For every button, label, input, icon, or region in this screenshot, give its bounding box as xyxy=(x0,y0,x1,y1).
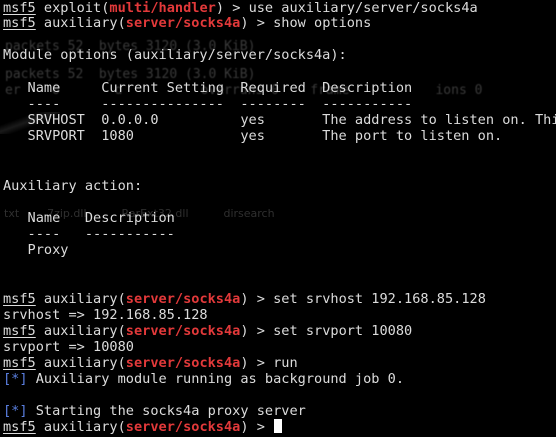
options-table-divider: ---- --------------- -------- ----------… xyxy=(3,96,413,112)
status-line-background-job: [*] Auxiliary module running as backgrou… xyxy=(3,371,405,387)
msf-prompt: msf5 xyxy=(3,355,36,371)
module-name: multi/handler xyxy=(109,0,216,16)
prompt-line-use: msf5 exploit(multi/handler) > use auxili… xyxy=(3,0,478,16)
status-line-starting-proxy: [*] Starting the socks4a proxy server xyxy=(3,403,306,419)
module-name: server/socks4a xyxy=(125,291,241,307)
msf-prompt: msf5 xyxy=(3,15,36,31)
module-name: server/socks4a xyxy=(125,323,241,339)
msf-prompt: msf5 xyxy=(3,323,36,339)
info-tag: [*] xyxy=(3,403,28,419)
action-table-header: Name Description xyxy=(3,210,175,226)
module-name: server/socks4a xyxy=(125,355,241,371)
module-options-heading: Module options (auxiliary/server/socks4a… xyxy=(3,47,347,63)
auxiliary-action-heading: Auxiliary action: xyxy=(3,178,143,194)
module-name: server/socks4a xyxy=(125,419,241,435)
action-row-proxy: Proxy xyxy=(3,242,69,258)
terminal-window[interactable]: packets 52 bytes 3120 (3.0 KiB) packets … xyxy=(0,0,556,437)
module-name: server/socks4a xyxy=(125,15,241,31)
info-tag: [*] xyxy=(3,371,28,387)
msf-prompt: msf5 xyxy=(3,0,36,16)
msf-prompt: msf5 xyxy=(3,419,36,435)
srvport-result: srvport => 10080 xyxy=(3,339,134,355)
prompt-line-current[interactable]: msf5 auxiliary(server/socks4a) > xyxy=(3,419,283,435)
srvhost-result: srvhost => 192.168.85.128 xyxy=(3,307,208,323)
prompt-line-set-srvport: msf5 auxiliary(server/socks4a) > set srv… xyxy=(3,323,413,339)
options-row-srvport: SRVPORT 1080 yes The port to listen on. xyxy=(3,128,503,144)
text-cursor[interactable] xyxy=(274,419,283,433)
options-row-srvhost: SRVHOST 0.0.0.0 yes The address to liste… xyxy=(3,112,556,128)
prompt-line-set-srvhost: msf5 auxiliary(server/socks4a) > set srv… xyxy=(3,291,486,307)
options-table-header: Name Current Setting Required Descriptio… xyxy=(3,80,413,96)
msf-prompt: msf5 xyxy=(3,291,36,307)
prompt-line-run: msf5 auxiliary(server/socks4a) > run xyxy=(3,355,298,371)
prompt-line-show-options: msf5 auxiliary(server/socks4a) > show op… xyxy=(3,15,372,31)
action-table-divider: ---- ----------- xyxy=(3,226,175,242)
